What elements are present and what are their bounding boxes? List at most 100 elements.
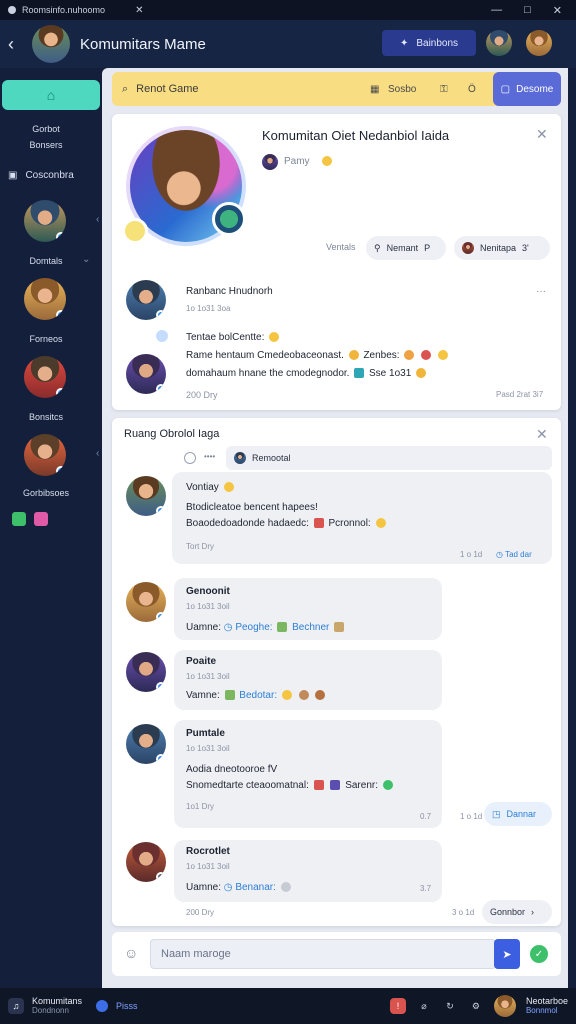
- alert-icon[interactable]: !: [389, 998, 406, 1014]
- message-time: 1o 1o31 3oil: [186, 602, 230, 611]
- message-avatar[interactable]: [126, 582, 166, 622]
- message-meta: 1 o 1d: [460, 550, 483, 559]
- sidebar-section-header[interactable]: ▣ Cosconbra: [8, 170, 74, 181]
- level-badge-icon: [122, 218, 148, 244]
- filter-chip[interactable]: Remootal: [226, 446, 552, 470]
- refresh-icon[interactable]: ↻: [442, 998, 458, 1014]
- message-text: Boaodedoadonde hadaedc: Pcronnol:: [186, 518, 388, 529]
- sidebar-label-2[interactable]: Bonsers: [0, 140, 92, 150]
- sidebar-home-button[interactable]: ⌂: [2, 80, 100, 110]
- sidebar-member-label[interactable]: Forneos: [0, 334, 92, 344]
- maximize-icon[interactable]: □: [524, 4, 531, 17]
- message-time: 1o1 Dry: [186, 802, 215, 811]
- crown-emoji-icon: [404, 350, 415, 361]
- settings-icon[interactable]: ⚙: [468, 998, 484, 1014]
- sidebar: ⌂ Gorbot Bonsers ▣ Cosconbra ‹ Domtals ⌄…: [0, 68, 102, 988]
- reply-icon: ◳: [492, 808, 501, 819]
- chat-close-icon[interactable]: ✕: [536, 426, 548, 443]
- search-tool-2[interactable]: Ö: [468, 84, 476, 95]
- close-icon[interactable]: ✕: [536, 126, 548, 143]
- post-line-2: domahaum hnane the cmodegnodor. Sse 1o31: [186, 368, 428, 379]
- message-author[interactable]: Poaite: [186, 656, 216, 667]
- sidebar-member-avatar[interactable]: [24, 356, 66, 398]
- filter-dots: ••••: [204, 452, 216, 461]
- clock-icon: ◷: [496, 550, 503, 559]
- message-avatar[interactable]: [126, 476, 166, 516]
- folder-icon: ▣: [8, 170, 18, 181]
- post-author-avatar[interactable]: [126, 280, 166, 320]
- header-action-button[interactable]: ✦ Bainbons: [382, 30, 476, 56]
- message-tag[interactable]: ◷ Benanar:: [224, 882, 276, 893]
- send-button[interactable]: ➤: [494, 939, 520, 969]
- message-text: Aodia dneotooroe fV: [186, 764, 278, 775]
- message-author[interactable]: Pumtale: [186, 728, 225, 739]
- message-time: Tort Dry: [186, 542, 214, 551]
- badge-emoji-icon: [416, 368, 427, 379]
- message-avatar[interactable]: [126, 842, 166, 882]
- reaction-emoji-icon: [280, 882, 291, 893]
- message-author[interactable]: Genoonit: [186, 586, 230, 597]
- smile-icon[interactable]: ☺: [124, 945, 138, 961]
- search-icon[interactable]: ⌕: [122, 83, 128, 96]
- new-icon: ▢: [500, 83, 511, 95]
- sidebar-member-avatar[interactable]: [24, 434, 66, 476]
- message-tag[interactable]: ◷ Peoghe:: [224, 622, 273, 633]
- headset-icon[interactable]: ♫: [8, 998, 24, 1014]
- person-icon: ⚲: [374, 242, 381, 253]
- search-input[interactable]: Renot Game: [136, 83, 198, 95]
- sidebar-member-label[interactable]: Bonsitcs: [0, 412, 92, 422]
- bottom-user-avatar[interactable]: [493, 995, 516, 1017]
- reply-button[interactable]: ◳ Dannar: [484, 802, 552, 826]
- chevron-left-icon[interactable]: ‹: [96, 448, 99, 459]
- camera-icon[interactable]: [34, 512, 48, 526]
- window-tab-title[interactable]: Roomsinfo.nuhoomo: [22, 5, 105, 15]
- member-button[interactable]: Gonnbor ›: [482, 900, 552, 924]
- smile-emoji-icon: [322, 156, 332, 166]
- online-indicator: [56, 310, 66, 320]
- grid-icon[interactable]: ▦: [370, 84, 379, 95]
- minimize-icon[interactable]: —: [491, 4, 502, 17]
- shield-emoji-icon: [382, 780, 393, 791]
- post-reply-avatar[interactable]: [126, 354, 166, 394]
- window-close-icon[interactable]: ✕: [553, 4, 562, 17]
- members-button-label: Nenitapa: [480, 243, 517, 253]
- more-options-icon[interactable]: ···: [536, 286, 546, 297]
- sidebar-member-label[interactable]: Domtals: [0, 256, 92, 266]
- profile-avatar[interactable]: [526, 30, 552, 56]
- bottom-item[interactable]: Pisss: [116, 1001, 138, 1011]
- profile-label: Ventals: [326, 242, 356, 252]
- key-icon[interactable]: ⚿: [440, 84, 448, 95]
- message-action[interactable]: ◷ Tad dar: [496, 550, 532, 559]
- post-author-name[interactable]: Ranbanc Hnudnorh: [186, 286, 273, 297]
- search-tool-1[interactable]: Sosbo: [388, 84, 416, 95]
- user-avatar[interactable]: [486, 30, 512, 56]
- home-icon: ⌂: [46, 87, 56, 103]
- follow-button-label: Nemant: [386, 243, 419, 253]
- message-avatar[interactable]: [126, 724, 166, 764]
- sidebar-member-avatar[interactable]: [24, 200, 66, 242]
- message-author[interactable]: Vontiay: [186, 482, 236, 493]
- message-input[interactable]: Naam maroge: [150, 939, 496, 969]
- chevron-down-icon[interactable]: ⌄: [82, 254, 90, 265]
- back-icon[interactable]: ‹: [8, 34, 28, 55]
- tree-emoji-icon: [224, 690, 235, 701]
- sidebar-member-label[interactable]: Gorbibsoes: [0, 488, 92, 498]
- message-time: 1o 1o31 3oil: [186, 744, 230, 753]
- filter-icon[interactable]: [184, 452, 196, 464]
- tree-emoji-icon: [277, 622, 288, 633]
- message-author[interactable]: Rocrotlet: [186, 846, 230, 857]
- members-button[interactable]: Nenitapa 3': [454, 236, 550, 260]
- sidebar-member-avatar[interactable]: [24, 278, 66, 320]
- follow-button[interactable]: ⚲ Nemant P: [366, 236, 446, 260]
- tab-close-icon[interactable]: ✕: [135, 5, 143, 16]
- message-text: Btodicleatoe bencent hapees!: [186, 502, 318, 513]
- new-button[interactable]: ▢ Desome: [493, 72, 561, 106]
- message-avatar[interactable]: [126, 652, 166, 692]
- confirm-button[interactable]: ✓: [526, 939, 552, 969]
- search-bar: ⌕ Renot Game ▦ Sosbo ⚿ Ö ▢ Desome: [112, 72, 561, 106]
- game-icon[interactable]: [12, 512, 26, 526]
- attach-icon[interactable]: ⌀: [416, 998, 432, 1014]
- sidebar-label-1[interactable]: Gorbot: [0, 124, 92, 134]
- community-avatar[interactable]: [32, 25, 70, 63]
- chevron-left-icon[interactable]: ‹: [96, 214, 99, 225]
